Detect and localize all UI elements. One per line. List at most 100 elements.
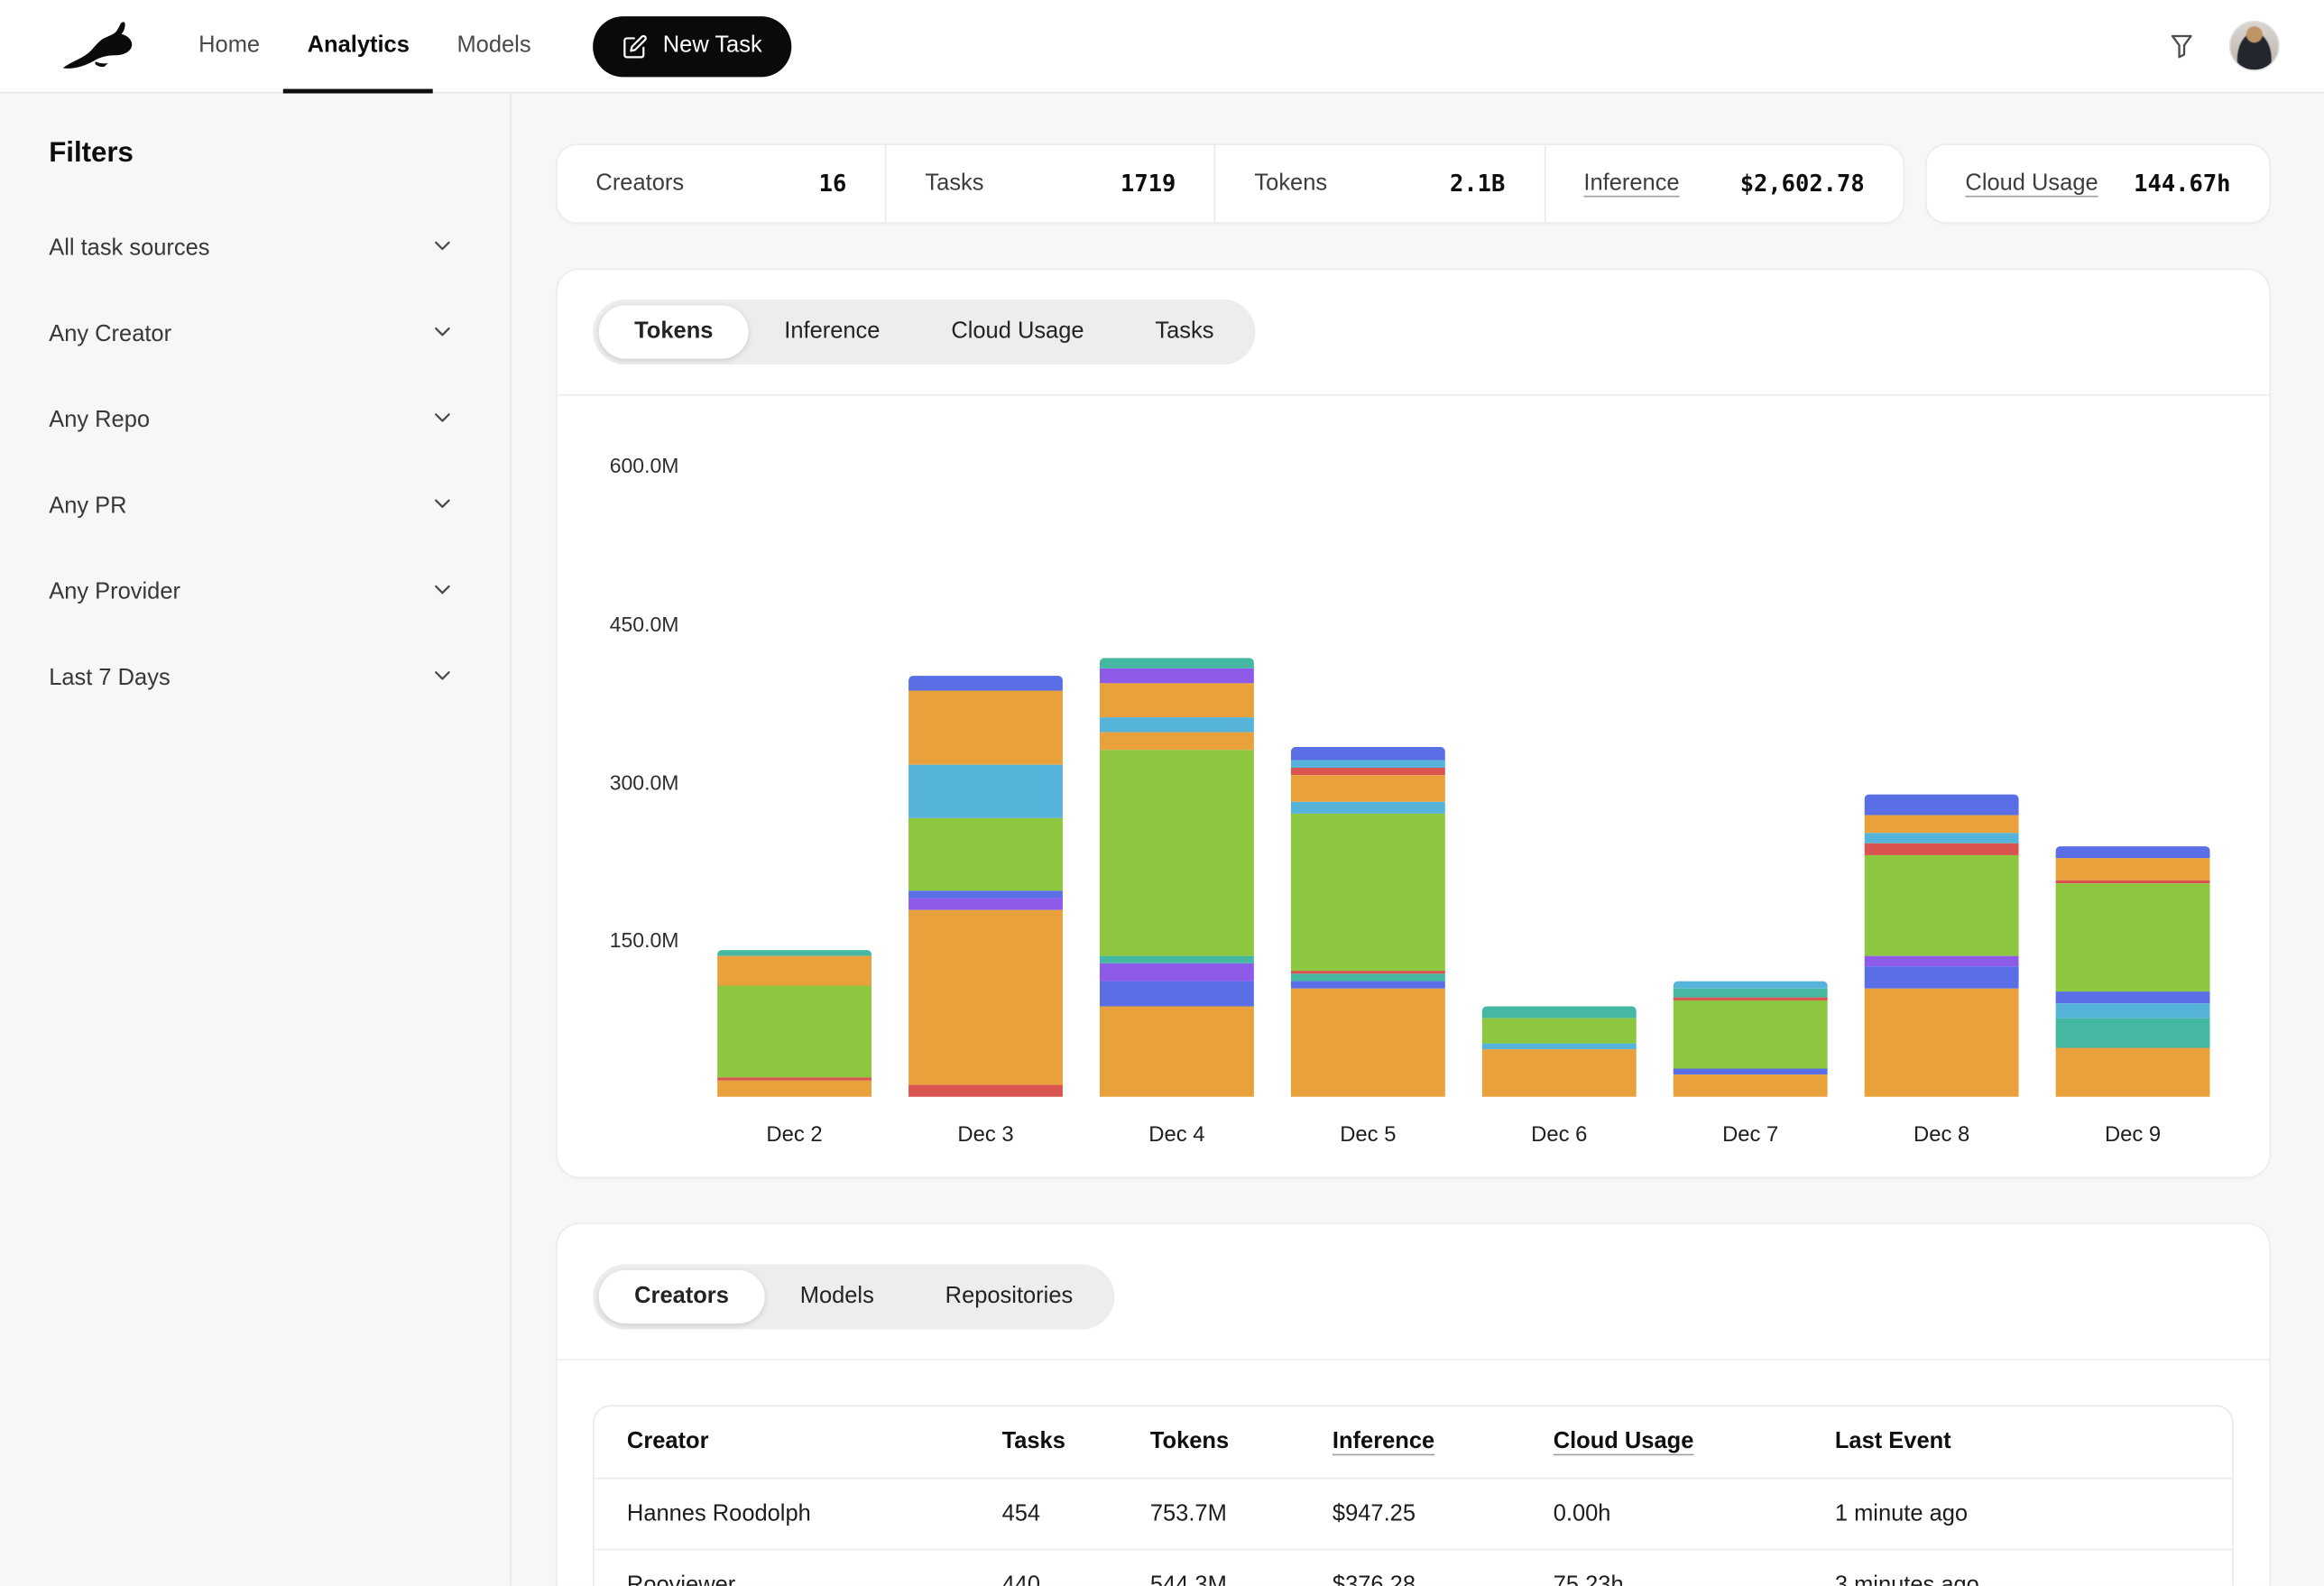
bar-segment-blue[interactable] <box>1865 966 2019 989</box>
bar-segment-blue[interactable] <box>1865 795 2019 815</box>
bar-segment-orange[interactable] <box>1674 1074 1828 1097</box>
cell-cloud: 0.00h <box>1554 1500 1835 1527</box>
bar-segment-red[interactable] <box>908 1085 1063 1097</box>
bar-segment-green[interactable] <box>2056 884 2210 991</box>
filter-pr[interactable]: Any PR <box>49 464 454 549</box>
tab-tasks[interactable]: Tasks <box>1120 305 1250 358</box>
bar-segment-green[interactable] <box>1674 1000 1828 1068</box>
stat-label: Tasks <box>925 171 983 198</box>
bar-segment-sky[interactable] <box>908 765 1063 817</box>
bar-segment-purple[interactable] <box>1100 963 1254 981</box>
bar-segment-blue[interactable] <box>908 677 1063 690</box>
bar-segment-blue[interactable] <box>908 890 1063 899</box>
tab-models[interactable]: Models <box>764 1270 909 1323</box>
filter-task-sources[interactable]: All task sources <box>49 206 454 291</box>
x-axis-label: Dec 9 <box>2056 1123 2210 1147</box>
bar-segment-sky[interactable] <box>1865 833 2019 844</box>
nav-item-analytics[interactable]: Analytics <box>283 0 433 93</box>
bar-segment-blue[interactable] <box>1100 981 1254 1006</box>
bar-dec-6[interactable]: Dec 6 <box>1482 422 1637 1097</box>
bar-segment-sky[interactable] <box>1291 802 1445 814</box>
bar-segment-green[interactable] <box>1291 814 1445 971</box>
tab-cloud-usage[interactable]: Cloud Usage <box>916 305 1120 358</box>
col-cloud-usage-tooltip[interactable]: Cloud Usage <box>1554 1429 1694 1454</box>
bar-dec-4[interactable]: Dec 4 <box>1100 422 1254 1097</box>
bar-segment-sky[interactable] <box>1291 761 1445 768</box>
bar-segment-purple[interactable] <box>1865 955 2019 966</box>
filter-date-range[interactable]: Last 7 Days <box>49 636 454 722</box>
bar-dec-9[interactable]: Dec 9 <box>2056 422 2210 1097</box>
bar-segment-orange[interactable] <box>717 1081 872 1097</box>
tab-tokens[interactable]: Tokens <box>599 305 749 358</box>
bar-segment-green[interactable] <box>1482 1019 1637 1043</box>
filter-repo[interactable]: Any Repo <box>49 378 454 464</box>
bar-segment-green[interactable] <box>1100 750 1254 955</box>
bar-segment-orange[interactable] <box>1291 776 1445 802</box>
bar-segment-green[interactable] <box>717 985 872 1078</box>
bar-segment-orange[interactable] <box>717 956 872 985</box>
bar-segment-teal[interactable] <box>1674 988 1828 997</box>
bar-segment-blue[interactable] <box>1291 747 1445 761</box>
tab-repositories[interactable]: Repositories <box>909 1270 1108 1323</box>
bar-segment-blue[interactable] <box>2056 846 2210 858</box>
bar-segment-teal[interactable] <box>717 949 872 956</box>
bar-segment-sky[interactable] <box>2056 1003 2210 1018</box>
bar-segment-purple[interactable] <box>1100 669 1254 683</box>
bar-segment-orange[interactable] <box>1100 1006 1254 1096</box>
kangaroo-logo[interactable] <box>56 18 139 74</box>
stat-label-inference-tooltip[interactable]: Inference <box>1583 171 1679 198</box>
bar-segment-orange[interactable] <box>908 910 1063 1085</box>
cell-creator: Hannes Roodolph <box>627 1500 1002 1527</box>
filter-funnel-icon[interactable] <box>2167 32 2197 61</box>
bar-segment-blue[interactable] <box>1291 981 1445 988</box>
col-inference-tooltip[interactable]: Inference <box>1333 1429 1434 1454</box>
bar-dec-7[interactable]: Dec 7 <box>1674 422 1828 1097</box>
bar-dec-8[interactable]: Dec 8 <box>1865 422 2019 1097</box>
stat-label-cloud-tooltip[interactable]: Cloud Usage <box>1965 171 2098 198</box>
table-row[interactable]: Hannes Roodolph 454 753.7M $947.25 0.00h… <box>595 1478 2232 1549</box>
bar-segment-orange[interactable] <box>1482 1049 1637 1097</box>
filter-provider[interactable]: Any Provider <box>49 550 454 636</box>
nav-item-home[interactable]: Home <box>175 0 284 93</box>
bar-segment-red[interactable] <box>1865 844 2019 854</box>
nav-item-models[interactable]: Models <box>433 0 555 93</box>
tab-inference[interactable]: Inference <box>749 305 916 358</box>
table-row[interactable]: Rooviewer 440 544.3M $376.28 75.23h 3 mi… <box>595 1549 2232 1586</box>
stat-label: Creators <box>595 171 684 198</box>
bar-segment-green[interactable] <box>1865 854 2019 955</box>
bar-segment-teal[interactable] <box>1100 955 1254 963</box>
bar-segment-teal[interactable] <box>1100 658 1254 669</box>
bar-segment-orange[interactable] <box>1100 733 1254 751</box>
cell-creator: Rooviewer <box>627 1572 1002 1586</box>
stat-tasks: Tasks 1719 <box>885 145 1214 222</box>
main-content: Creators 16 Tasks 1719 Tokens 2.1B Infer… <box>512 94 2324 1586</box>
bar-segment-orange[interactable] <box>2056 1047 2210 1097</box>
filter-creator[interactable]: Any Creator <box>49 292 454 378</box>
filter-label: Any Provider <box>49 579 180 606</box>
bar-segment-orange[interactable] <box>1100 683 1254 718</box>
bar-segment-teal[interactable] <box>2056 1018 2210 1047</box>
bar-dec-2[interactable]: Dec 2 <box>717 422 872 1097</box>
bar-segment-orange[interactable] <box>1865 988 2019 1096</box>
bar-segment-teal[interactable] <box>1291 973 1445 981</box>
tab-creators[interactable]: Creators <box>599 1270 765 1323</box>
bar-dec-5[interactable]: Dec 5 <box>1291 422 1445 1097</box>
bar-dec-3[interactable]: Dec 3 <box>908 422 1063 1097</box>
user-avatar[interactable] <box>2229 21 2280 71</box>
bar-segment-red[interactable] <box>1291 768 1445 775</box>
bar-segment-sky[interactable] <box>1482 1043 1637 1049</box>
bar-segment-blue[interactable] <box>1674 1068 1828 1074</box>
bar-segment-green[interactable] <box>908 817 1063 890</box>
bar-segment-orange[interactable] <box>908 690 1063 765</box>
bar-segment-purple[interactable] <box>908 899 1063 910</box>
x-axis-label: Dec 8 <box>1865 1123 2019 1147</box>
bar-segment-orange[interactable] <box>1291 988 1445 1096</box>
bar-stack <box>1674 981 1828 1096</box>
bar-segment-orange[interactable] <box>2056 858 2210 881</box>
new-task-button[interactable]: New Task <box>594 15 792 76</box>
bar-segment-blue[interactable] <box>2056 991 2210 1003</box>
bar-segment-orange[interactable] <box>1865 815 2019 833</box>
bar-segment-sky[interactable] <box>1674 981 1828 988</box>
bar-segment-teal[interactable] <box>1482 1006 1637 1019</box>
bar-segment-sky[interactable] <box>1100 717 1254 732</box>
